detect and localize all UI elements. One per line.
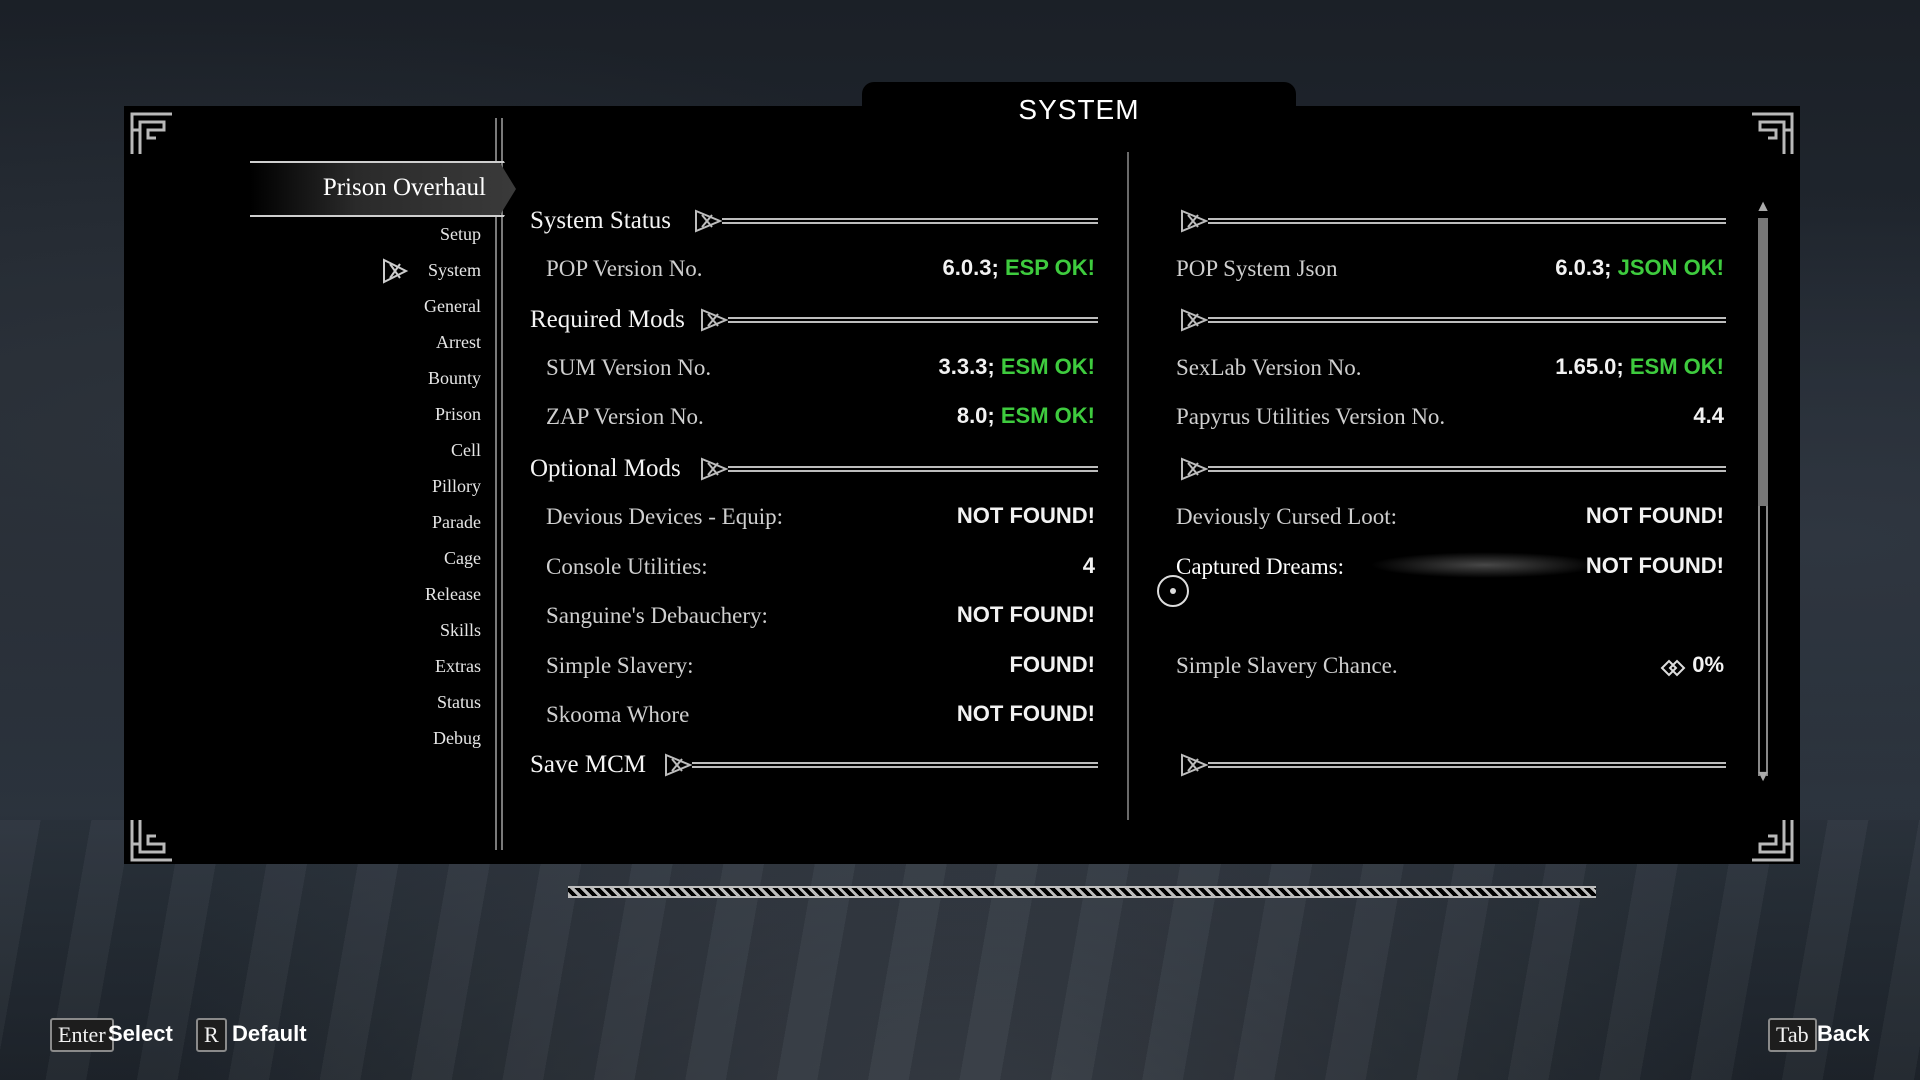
section-divider [728,466,1098,472]
devious-devices-value: NOT FOUND! [956,503,1095,528]
captured-dreams-value: NOT FOUND! [1585,553,1724,578]
sidebar-item-bounty[interactable]: Bounty [428,368,481,389]
sidebar-item-prison[interactable]: Prison [435,404,481,425]
sidebar-item-release[interactable]: Release [425,584,481,605]
active-page-label: Prison Overhaul [322,174,486,201]
sidebar-item-setup[interactable]: Setup [440,224,481,245]
sidebar-item-general[interactable]: General [424,296,481,317]
knot-icon [700,308,729,332]
deviously-cursed-loot-value: NOT FOUND! [1585,503,1724,528]
sidebar-item-skills[interactable]: Skills [440,620,481,641]
corner-ornament-icon [130,112,174,156]
section-divider [692,762,1098,768]
papyrus-utilities-value: 4.4 [1693,403,1724,428]
r-key-icon[interactable]: R [196,1018,227,1052]
sidebar-item-parade[interactable]: Parade [432,512,481,533]
cursor-icon [1157,575,1189,607]
knot-icon [700,457,729,481]
section-divider [1208,317,1726,323]
corner-ornament-icon [1750,112,1794,156]
section-divider [728,317,1098,323]
zap-version-value: 8.0; ESM OK! [956,403,1095,428]
sexlab-version-value: 1.65.0; ESM OK! [1555,354,1724,379]
pop-version-label[interactable]: POP Version No. [546,256,703,282]
deviously-cursed-loot-label[interactable]: Deviously Cursed Loot: [1176,504,1397,530]
sidebar-divider [495,118,503,850]
sum-version-label[interactable]: SUM Version No. [546,355,711,381]
skooma-whore-label[interactable]: Skooma Whore [546,702,689,728]
column-divider [1127,152,1129,820]
pop-system-json-value: 6.0.3; JSON OK! [1555,255,1724,280]
section-divider [1208,762,1726,768]
pop-version-value: 6.0.3; ESP OK! [942,255,1095,280]
corner-ornament-icon [130,818,174,862]
sidebar-item-arrest[interactable]: Arrest [436,332,481,353]
section-header-save-mcm: Save MCM [530,751,646,778]
knot-icon [694,209,723,233]
sidebar-item-system[interactable]: System [428,260,481,281]
section-header-system-status: System Status [530,207,671,234]
papyrus-utilities-label[interactable]: Papyrus Utilities Version No. [1176,404,1445,430]
page-title: SYSTEM [1018,94,1140,125]
sum-version-value: 3.3.3; ESM OK! [938,354,1095,379]
captured-dreams-label[interactable]: Captured Dreams: [1176,554,1344,580]
pop-system-json-label[interactable]: POP System Json [1176,256,1337,282]
sidebar-item-pillory[interactable]: Pillory [432,476,481,497]
hover-highlight [1370,552,1600,578]
sanguines-debauchery-value: NOT FOUND! [956,602,1095,627]
back-hint-label: Back [1817,1021,1870,1046]
tab-key-icon[interactable]: Tab [1768,1018,1817,1052]
knot-icon [1180,753,1209,777]
scroll-down-icon[interactable]: ▼ [1753,768,1773,788]
sidebar-item-debug[interactable]: Debug [433,728,481,749]
simple-slavery-chance-label[interactable]: Simple Slavery Chance. [1176,653,1398,679]
simple-slavery-label[interactable]: Simple Slavery: [546,653,694,679]
selected-knot-icon [380,256,410,286]
console-utilities-value: 4 [1082,553,1095,578]
knot-icon [664,753,693,777]
simple-slavery-chance-value[interactable]: 0% [1660,652,1724,678]
section-divider [722,218,1098,224]
slider-arrows-icon [1660,657,1686,677]
sidebar-item-status[interactable]: Status [437,692,481,713]
section-header-required-mods: Required Mods [530,306,685,333]
section-divider [1208,218,1726,224]
knot-icon [1180,308,1209,332]
section-header-optional-mods: Optional Mods [530,455,681,482]
knot-icon [1180,457,1209,481]
select-hint-label: Select [108,1021,173,1046]
sidebar-item-cage[interactable]: Cage [444,548,481,569]
corner-ornament-icon [1750,818,1794,862]
scroll-up-icon[interactable]: ▲ [1753,198,1773,218]
sidebar-item-cell[interactable]: Cell [451,440,481,461]
section-divider [1208,466,1726,472]
sidebar-item-extras[interactable]: Extras [435,656,481,677]
knot-icon [1180,209,1209,233]
bottom-rope-decoration [568,886,1596,898]
scrollbar-thumb[interactable] [1758,218,1768,506]
console-utilities-label[interactable]: Console Utilities: [546,554,708,580]
zap-version-label[interactable]: ZAP Version No. [546,404,704,430]
skooma-whore-value: NOT FOUND! [956,701,1095,726]
enter-key-icon[interactable]: Enter [50,1018,114,1052]
devious-devices-label[interactable]: Devious Devices - Equip: [546,504,783,530]
simple-slavery-value: FOUND! [1009,652,1095,677]
sanguines-debauchery-label[interactable]: Sanguine's Debauchery: [546,603,768,629]
sexlab-version-label[interactable]: SexLab Version No. [1176,355,1361,381]
default-hint-label: Default [232,1021,307,1046]
